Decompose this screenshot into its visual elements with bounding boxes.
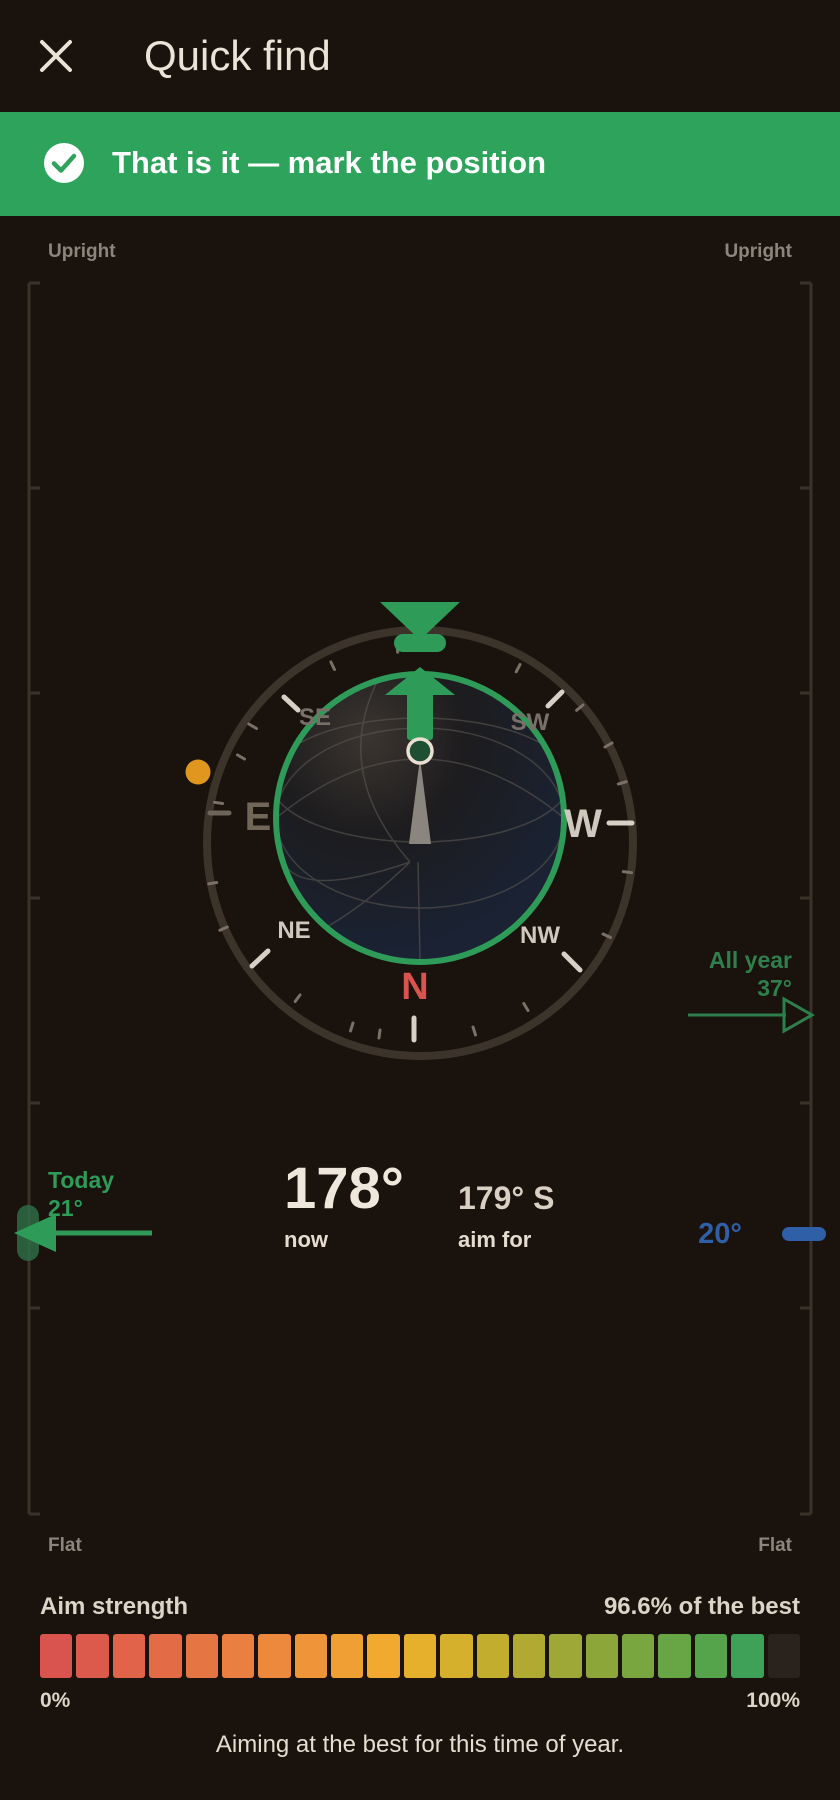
meter-segment [367, 1634, 400, 1678]
compass-label-ne: NE [277, 917, 310, 944]
all-year-label: All year [708, 947, 792, 973]
compass-label-n: N [401, 966, 428, 1008]
compass: N E W NE NW SE SW [185, 602, 637, 1060]
aim-arrow [407, 690, 433, 740]
sun-icon [185, 759, 211, 785]
meter-segment [731, 1634, 764, 1678]
meter-min-label: 0% [40, 1689, 71, 1712]
meter-segment [622, 1634, 655, 1678]
meter-segment [294, 1634, 327, 1678]
left-tilt-scale [27, 281, 40, 1516]
meter-segment [331, 1634, 364, 1678]
meter-segment [185, 1634, 218, 1678]
meter-segment [258, 1634, 291, 1678]
compass-label-w: W [564, 802, 602, 846]
all-year-tilt-marker [688, 996, 816, 1034]
meter-segment [512, 1634, 546, 1678]
meter-segment [658, 1634, 691, 1678]
meter-segment [76, 1634, 109, 1678]
today-value: 21° [48, 1195, 83, 1221]
target-heading-value: 179° S [458, 1180, 555, 1216]
aiming-graphic: N E W NE NW SE SW [14, 281, 816, 1516]
meter-segment [767, 1634, 800, 1678]
aim-hint-text: Aiming at the best for this time of year… [215, 1731, 625, 1758]
meter-segment [694, 1634, 728, 1678]
heading-pill [394, 634, 446, 652]
today-tilt-marker [14, 1205, 152, 1261]
meter-segment [221, 1634, 255, 1678]
all-year-value: 37° [757, 975, 792, 1001]
meter-segment [149, 1634, 182, 1678]
meter-max-label: 100% [746, 1689, 800, 1712]
compass-label-e: E [245, 795, 272, 839]
compass-label-se: SE [299, 704, 331, 731]
right-tilt-scale [800, 281, 813, 1516]
aim-strength-label: Aim strength [40, 1593, 189, 1620]
meter-segment [40, 1634, 73, 1678]
current-tilt-indicator [782, 1227, 826, 1241]
today-label: Today [48, 1167, 115, 1193]
current-tilt-value: 20° [698, 1218, 742, 1250]
meter-segment [112, 1634, 146, 1678]
meter-segment [476, 1634, 509, 1678]
meter-segment [440, 1634, 473, 1678]
meter-segment [403, 1634, 437, 1678]
aim-strength-percent: 96.6% of the best [603, 1593, 800, 1620]
aim-dot [406, 737, 434, 765]
meter-segment [585, 1634, 618, 1678]
compass-label-nw: NW [520, 922, 560, 949]
target-heading-label: aim for [458, 1227, 532, 1252]
aim-strength-meter [40, 1634, 800, 1678]
compass-label-sw: SW [511, 709, 550, 736]
current-heading-value: 178° [284, 1156, 404, 1221]
meter-segment [549, 1634, 582, 1678]
current-heading-label: now [284, 1227, 328, 1252]
